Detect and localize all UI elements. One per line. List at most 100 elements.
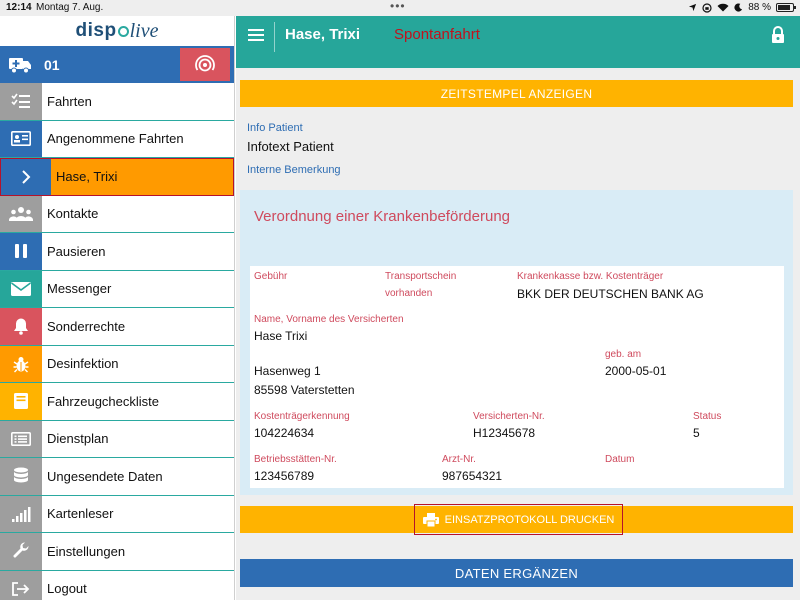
signal-bars-icon [0,495,42,532]
name-value: Hase Trixi [254,329,308,343]
sidebar-nav: Fahrten Angenommene Fahrten Hase, Trixi Kon… [0,83,234,600]
logo-text-live: live [129,19,159,42]
sidebar-item-ungesendete-daten[interactable]: Ungesendete Daten [0,458,234,496]
status-time: 12:14 [6,2,32,13]
sidebar-item-label: Desinfektion [47,356,119,372]
sidebar-item-messenger[interactable]: Messenger [0,270,234,308]
header-mode: Spontanfahrt [394,26,480,43]
radio-signal-button[interactable] [180,48,230,81]
sidebar-item-label: Kontakte [47,206,99,222]
sidebar-item-label: Fahrzeugcheckliste [47,393,159,409]
sidebar-item-label: Messenger [47,281,112,297]
status-date: Montag 7. Aug. [36,2,104,13]
date-label: Datum [605,454,635,465]
battery-percent: 88 % [748,2,771,13]
sidebar-item-einstellungen[interactable]: Einstellungen [0,533,234,571]
moon-icon [734,3,743,12]
insurer-value: BKK DER DEUTSCHEN BANK AG [517,287,704,301]
birth-label: geb. am [605,349,642,360]
bug-icon [0,345,42,382]
vehicle-row[interactable]: 01 [0,46,234,83]
prescription-card: Verordnung einer Krankenbeförderung Gebü… [240,190,793,495]
name-label: Name, Vorname des Versicherten [254,314,404,325]
status-right: 88 % [688,2,796,13]
transport-label: Transportschein vorhanden [385,271,457,299]
status-bar: 12:14 Montag 7. Aug. ••• 88 % [0,0,800,16]
sidebar-item-fahrzeugcheckliste[interactable]: Fahrzeugcheckliste [0,383,234,421]
status-value: 5 [693,426,700,440]
sidebar-item-label: Fahrten [47,93,92,109]
location-icon [689,3,697,12]
street-value: Hasenweg 1 [254,364,321,378]
printer-icon [422,512,439,527]
site-no-label: Betriebsstätten-Nr. [254,454,337,465]
status-label: Status [693,411,722,422]
lock-icon[interactable] [771,26,785,44]
payer-id-value: 104224634 [254,426,315,440]
info-patient-label: Info Patient [247,122,303,134]
sidebar-item-label: Einstellungen [47,543,126,559]
city-value: 85598 Vaterstetten [254,383,355,397]
sidebar-item-dienstplan[interactable]: Dienstplan [0,420,234,458]
logo-ring-icon [117,25,129,37]
battery-icon [776,3,796,12]
sidebar-item-angenommene-fahrten[interactable]: Angenommene Fahrten [0,120,234,158]
bell-icon [0,308,42,345]
sidebar-item-label: Pausieren [47,243,106,259]
fee-label: Gebühr [254,271,288,282]
sidebar-item-fahrten[interactable]: Fahrten [0,83,234,121]
list-icon [0,420,42,457]
lock-rotation-icon [702,2,712,13]
sidebar-item-kontakte[interactable]: Kontakte [0,195,234,233]
sidebar-item-kartenleser[interactable]: Kartenleser [0,495,234,533]
insured-no-value: H12345678 [473,426,536,440]
complete-data-button[interactable]: DATEN ERGÄNZEN [240,559,793,587]
multitask-dots: ••• [390,0,406,13]
header-title: Hase, Trixi [285,26,361,43]
pause-icon [0,233,42,270]
hamburger-menu-icon[interactable] [248,29,264,43]
sidebar-item-label: Kartenleser [47,506,114,522]
sidebar-item-hase-trixi[interactable]: Hase, Trixi [0,158,234,196]
database-icon [0,458,42,495]
sidebar-item-label: Sonderrechte [47,318,126,334]
insurer-label: Krankenkasse bzw. Kostenträger [517,271,664,282]
book-icon [0,383,42,420]
sidebar-item-label: Hase, Trixi [56,169,118,185]
sidebar-item-logout[interactable]: Logout [0,570,234,600]
id-card-icon [0,120,42,157]
logout-icon [0,570,42,600]
wrench-icon [0,533,42,570]
sidebar-item-label: Ungesendete Daten [47,468,163,484]
vehicle-number: 01 [44,56,60,73]
birth-value: 2000-05-01 [605,364,667,378]
wifi-icon [717,3,729,12]
doctor-no-value: 987654321 [442,469,503,483]
app-logo: disp live [0,16,234,46]
print-protocol-button[interactable]: EINSATZPROTOKOLL DRUCKEN [414,504,623,535]
chevron-right-icon [1,159,51,195]
sidebar-item-sonderrechte[interactable]: Sonderrechte [0,308,234,346]
insured-no-label: Versicherten-Nr. [473,411,545,422]
header-divider [274,22,275,52]
remark-label: Interne Bemerkung [247,164,341,176]
prescription-form: Gebühr Transportschein vorhanden Kranken… [250,266,784,488]
timestamp-button[interactable]: ZEITSTEMPEL ANZEIGEN [240,80,793,107]
sidebar-item-label: Angenommene Fahrten [47,131,184,147]
main-content: ZEITSTEMPEL ANZEIGEN Info Patient Infote… [236,68,800,600]
sidebar-item-pausieren[interactable]: Pausieren [0,233,234,271]
logo-text-main: disp [75,20,117,41]
site-no-value: 123456789 [254,469,315,483]
card-heading: Verordnung einer Krankenbeförderung [254,208,511,225]
print-button-label: EINSATZPROTOKOLL DRUCKEN [444,513,615,526]
sidebar-item-label: Dienstplan [47,431,109,447]
doctor-no-label: Arzt-Nr. [442,454,476,465]
broadcast-icon [195,54,215,71]
envelope-icon [0,270,42,307]
sidebar-item-label: Logout [47,581,87,597]
sidebar-item-desinfektion[interactable]: Desinfektion [0,345,234,383]
sidebar: disp live 01 Fahrten Angenommene Fahrten Ha… [0,16,235,600]
info-patient-value: Infotext Patient [247,139,334,154]
payer-id-label: Kostenträgerkennung [254,411,350,422]
app-header: Hase, Trixi Spontanfahrt [236,16,800,68]
